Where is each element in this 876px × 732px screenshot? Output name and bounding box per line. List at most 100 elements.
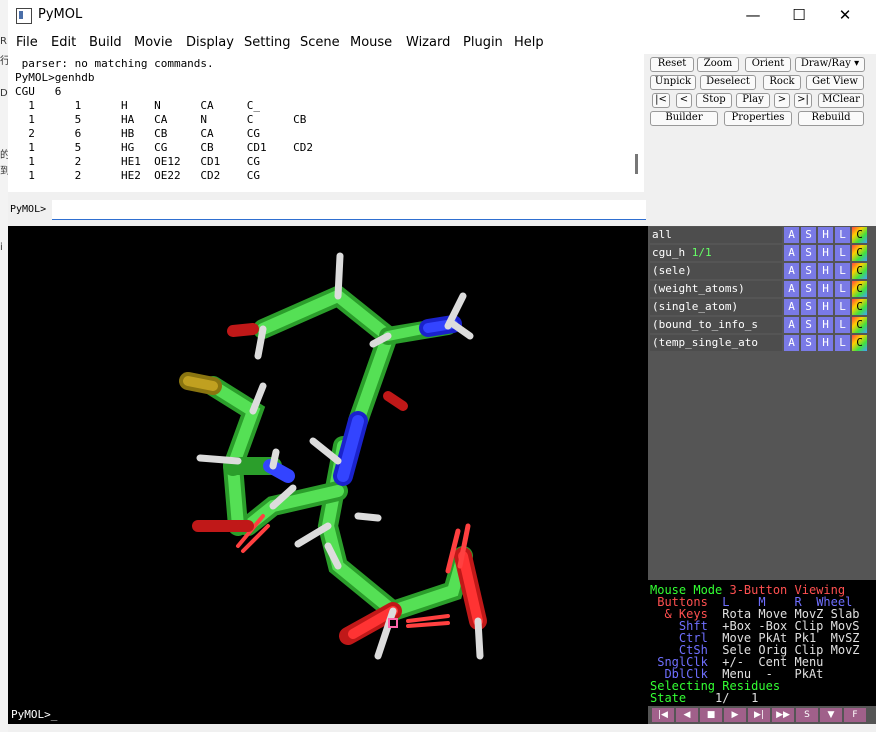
builder-button[interactable]: Builder [650,111,718,126]
action-button[interactable]: A [784,281,799,297]
step-forward-button[interactable]: ▶| [748,708,770,722]
reset-button[interactable]: Reset [650,57,694,72]
rebuild-button[interactable]: Rebuild [798,111,864,126]
action-button[interactable]: A [784,317,799,333]
label-button[interactable]: L [835,317,850,333]
action-button[interactable]: A [784,299,799,315]
fullscreen-button[interactable]: F [844,708,866,722]
menu-help[interactable]: Help [514,35,544,50]
command-input[interactable] [52,200,646,220]
object-row-cgu-h[interactable]: cgu_h 1/1 A S H L C [650,245,874,261]
object-name[interactable]: all [650,227,782,243]
show-button[interactable]: S [801,317,816,333]
last-frame-button[interactable]: >| [794,93,812,108]
object-name[interactable]: (temp_single_ato [650,335,782,351]
title-bar[interactable]: PyMOL — ☐ ✕ [8,0,876,32]
menu-plugin[interactable]: Plugin [463,35,503,50]
show-button[interactable]: S [801,299,816,315]
first-frame-button[interactable]: |< [652,93,670,108]
fast-forward-button[interactable]: ▶▶ [772,708,794,722]
orient-button[interactable]: Orient [745,57,791,72]
hide-button[interactable]: H [818,335,833,351]
mclear-button[interactable]: MClear [818,93,864,108]
action-button[interactable]: A [784,263,799,279]
object-row-all[interactable]: all A S H L C [650,227,874,243]
hide-button[interactable]: H [818,227,833,243]
color-button[interactable]: C [852,317,867,333]
play-button[interactable]: Play [736,93,770,108]
show-button[interactable]: S [801,335,816,351]
color-button[interactable]: C [852,281,867,297]
get-view-button[interactable]: Get View [806,75,864,90]
show-button[interactable]: S [801,263,816,279]
object-row-single-atom[interactable]: (single_atom) A S H L C [650,299,874,315]
draw-ray-button[interactable]: Draw/Ray ▾ [795,57,865,72]
hide-button[interactable]: H [818,299,833,315]
menu-mouse[interactable]: Mouse [350,35,392,50]
mouse-mode-panel[interactable]: Mouse Mode 3-Button Viewing Buttons L M … [648,580,876,706]
viewer-command-line[interactable] [8,706,648,724]
rewind-button[interactable]: |◀ [652,708,674,722]
properties-button[interactable]: Properties [724,111,792,126]
menu-file[interactable]: File [16,35,38,50]
object-row-weight-atoms[interactable]: (weight_atoms) A S H L C [650,281,874,297]
menu-build[interactable]: Build [89,35,122,50]
molecule-viewer[interactable] [8,226,648,706]
menu-display[interactable]: Display [186,35,234,50]
output-line: PyMOL>genhdb [15,71,95,84]
show-button[interactable]: S [801,281,816,297]
color-button[interactable]: C [852,245,867,261]
color-button[interactable]: C [852,263,867,279]
dropdown-button[interactable]: ▼ [820,708,842,722]
label-button[interactable]: L [835,245,850,261]
hide-button[interactable]: H [818,281,833,297]
object-name[interactable]: (single_atom) [650,299,782,315]
object-row-temp-single-atom[interactable]: (temp_single_ato A S H L C [650,335,874,351]
close-button[interactable]: ✕ [822,0,868,32]
output-console: parser: no matching commands. PyMOL>genh… [8,54,644,192]
label-button[interactable]: L [835,335,850,351]
show-button[interactable]: S [801,245,816,261]
menu-edit[interactable]: Edit [51,35,76,50]
output-scrollbar[interactable] [635,154,638,174]
label-button[interactable]: L [835,299,850,315]
hide-button[interactable]: H [818,263,833,279]
object-name[interactable]: (weight_atoms) [650,281,782,297]
menu-bar: File Edit Build Movie Display Setting Sc… [8,32,876,54]
menu-movie[interactable]: Movie [134,35,172,50]
zoom-button[interactable]: Zoom [697,57,739,72]
menu-wizard[interactable]: Wizard [406,35,450,50]
object-row-bound-to-info[interactable]: (bound_to_info_s A S H L C [650,317,874,333]
maximize-button[interactable]: ☐ [776,0,822,32]
object-name[interactable]: (sele) [650,263,782,279]
hide-button[interactable]: H [818,317,833,333]
menu-scene[interactable]: Scene [300,35,340,50]
label-button[interactable]: L [835,281,850,297]
action-button[interactable]: A [784,335,799,351]
scene-button[interactable]: S [796,708,818,722]
next-frame-button[interactable]: > [774,93,790,108]
label-button[interactable]: L [835,263,850,279]
action-button[interactable]: A [784,227,799,243]
menu-setting[interactable]: Setting [244,35,291,50]
minimize-button[interactable]: — [730,0,776,32]
hide-button[interactable]: H [818,245,833,261]
prev-frame-button[interactable]: < [676,93,692,108]
action-button[interactable]: A [784,245,799,261]
viewer-prompt: PyMOL>_ [11,708,58,721]
stop-playback-button[interactable]: ■ [700,708,722,722]
stop-button[interactable]: Stop [696,93,732,108]
show-button[interactable]: S [801,227,816,243]
object-name[interactable]: (bound_to_info_s [650,317,782,333]
label-button[interactable]: L [835,227,850,243]
play-playback-button[interactable]: ▶ [724,708,746,722]
color-button[interactable]: C [852,227,867,243]
rock-button[interactable]: Rock [763,75,801,90]
unpick-button[interactable]: Unpick [650,75,696,90]
deselect-button[interactable]: Deselect [700,75,756,90]
color-button[interactable]: C [852,335,867,351]
color-button[interactable]: C [852,299,867,315]
step-back-button[interactable]: ◀ [676,708,698,722]
object-name[interactable]: cgu_h 1/1 [650,245,782,261]
object-row-sele[interactable]: (sele) A S H L C [650,263,874,279]
